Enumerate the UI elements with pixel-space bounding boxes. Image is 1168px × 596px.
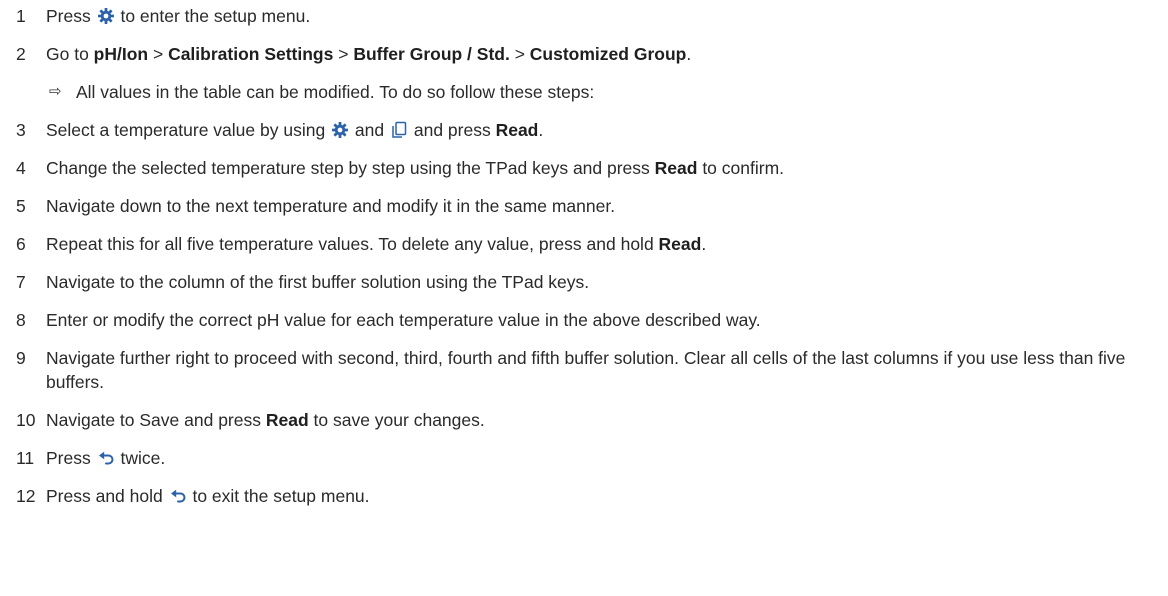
- step-text: Change the selected temperature step by …: [46, 158, 655, 178]
- step-6: 6 Repeat this for all five temperature v…: [0, 232, 1168, 256]
- step-1: 1 Press to enter the setup menu.: [0, 4, 1168, 28]
- step-text: Navigate to the column of the first buff…: [46, 272, 590, 292]
- back-arrow-icon: [97, 449, 115, 467]
- step-text: to confirm.: [697, 158, 785, 178]
- step-8: 8 Enter or modify the correct pH value f…: [0, 308, 1168, 332]
- step-7: 7 Navigate to the column of the first bu…: [0, 270, 1168, 294]
- step-2: 2 Go to pH/Ion > Calibration Settings > …: [0, 42, 1168, 66]
- step-4: 4 Change the selected temperature step b…: [0, 156, 1168, 180]
- step-number: 10: [16, 410, 36, 430]
- path-separator: >: [148, 44, 169, 64]
- step-number: 2: [16, 44, 26, 64]
- read-key-label: Read: [658, 234, 702, 254]
- back-arrow-icon: [169, 487, 187, 505]
- step-text: Press: [46, 448, 96, 468]
- step-result: ⇨ All values in the table can be modifie…: [0, 80, 1168, 104]
- step-text: Go to: [46, 44, 94, 64]
- step-text: Press and hold: [46, 486, 168, 506]
- step-12: 12 Press and hold to exit the setup menu…: [0, 484, 1168, 508]
- step-11: 11 Press twice.: [0, 446, 1168, 470]
- step-number: 6: [16, 234, 26, 254]
- step-number: 11: [16, 448, 35, 468]
- instruction-list: 1 Press to enter the setup menu. 2 Go to…: [0, 0, 1168, 508]
- step-text: Navigate down to the next temperature an…: [46, 196, 616, 216]
- result-text: All values in the table can be modified.…: [76, 82, 595, 102]
- step-10: 10 Navigate to Save and press Read to sa…: [0, 408, 1168, 432]
- step-text: and: [350, 120, 389, 140]
- step-number: 4: [16, 158, 26, 178]
- path-separator: >: [509, 44, 530, 64]
- step-5: 5 Navigate down to the next temperature …: [0, 194, 1168, 218]
- step-text: Enter or modify the correct pH value for…: [46, 310, 761, 330]
- step-number: 5: [16, 196, 26, 216]
- copy-icon: [390, 121, 408, 139]
- step-text: Navigate to Save and press: [46, 410, 266, 430]
- step-text: to save your changes.: [308, 410, 485, 430]
- step-text: to enter the setup menu.: [115, 6, 311, 26]
- step-text: .: [538, 120, 544, 140]
- gear-icon: [97, 7, 115, 25]
- read-key-label: Read: [654, 158, 698, 178]
- read-key-label: Read: [495, 120, 539, 140]
- menu-path-ph-ion: pH/Ion: [93, 44, 149, 64]
- step-9: 9 Navigate further right to proceed with…: [0, 346, 1168, 394]
- menu-path-calibration-settings: Calibration Settings: [168, 44, 334, 64]
- read-key-label: Read: [265, 410, 309, 430]
- step-text: twice.: [115, 448, 166, 468]
- step-number: 7: [16, 272, 26, 292]
- step-text: to exit the setup menu.: [187, 486, 370, 506]
- step-number: 3: [16, 120, 26, 140]
- step-text: Select a temperature value by using: [46, 120, 331, 140]
- result-arrow-icon: ⇨: [49, 83, 62, 100]
- step-3: 3 Select a temperature value by using an…: [0, 118, 1168, 142]
- menu-path-buffer-group: Buffer Group / Std.: [353, 44, 510, 64]
- path-separator: >: [333, 44, 354, 64]
- step-text: Press: [46, 6, 96, 26]
- step-text: .: [701, 234, 707, 254]
- step-number: 8: [16, 310, 26, 330]
- menu-path-customized-group: Customized Group: [529, 44, 687, 64]
- step-number: 12: [16, 486, 36, 506]
- gear-icon: [331, 121, 349, 139]
- step-number: 1: [16, 6, 26, 26]
- step-number: 9: [16, 348, 26, 368]
- step-text: .: [686, 44, 692, 64]
- step-text: and press: [409, 120, 496, 140]
- step-text: Repeat this for all five temperature val…: [46, 234, 659, 254]
- step-text: Navigate further right to proceed with s…: [46, 348, 1126, 392]
